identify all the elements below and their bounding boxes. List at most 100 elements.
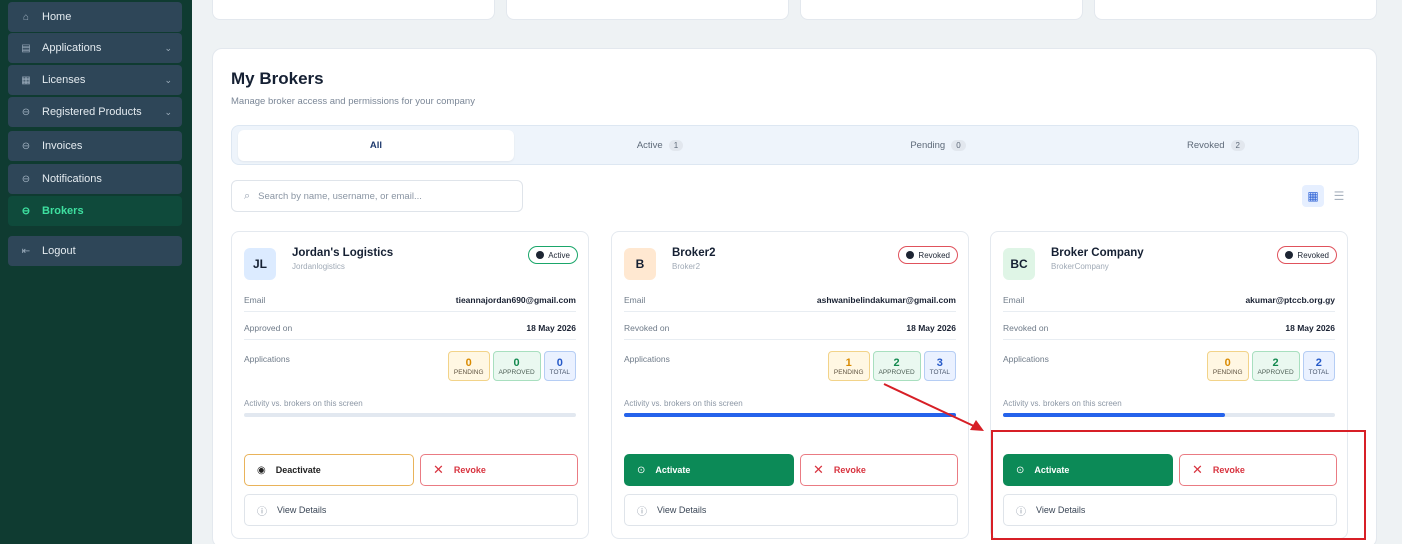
bell-icon: ⊖ <box>21 173 31 185</box>
page-subtitle: Manage broker access and permissions for… <box>231 96 475 107</box>
total-count: 2 <box>1315 356 1322 369</box>
broker-name: Jordan's Logistics <box>292 247 394 259</box>
button-label: Activate <box>655 465 691 475</box>
stat-card <box>800 0 1083 20</box>
activity-bar-fill <box>1003 413 1226 417</box>
sidebar-item-label: Licenses <box>42 74 86 86</box>
tab-label: Pending <box>910 140 946 151</box>
pending-label: PENDING <box>833 368 864 376</box>
sidebar-item-label: Logout <box>42 245 76 257</box>
sidebar-item-home[interactable]: ⌂ Home <box>8 2 182 32</box>
avatar: JL <box>244 248 276 280</box>
pending-label: PENDING <box>1212 368 1243 376</box>
application-counts: 1 PENDING 2 APPROVED 3 TOTAL <box>827 351 956 381</box>
info-icon: ⓘ <box>637 506 647 518</box>
sidebar-item-registered-products[interactable]: ⊖ Registered Products ⌄ <box>8 97 182 127</box>
info-icon: ⓘ <box>257 506 267 518</box>
status-tabs: All Active 1 Pending 0 Revoked 2 <box>231 125 1359 165</box>
sidebar-item-logout[interactable]: ⇤ Logout <box>8 236 182 266</box>
sidebar-item-label: Applications <box>42 42 102 54</box>
broker-card: JL Jordan's Logistics Jordanlogistics Ac… <box>231 231 589 539</box>
sidebar-item-notifications[interactable]: ⊖ Notifications <box>8 164 182 194</box>
stop-circle-icon: ◉ <box>257 464 266 476</box>
date-row: Revoked on 18 May 2026 <box>1003 316 1335 340</box>
sidebar: ⌂ Home ▤ Applications ⌄ ▦ Licenses ⌄ ⊖ R… <box>0 0 192 544</box>
sidebar-item-label: Invoices <box>42 140 83 152</box>
total-label: TOTAL <box>1308 368 1329 376</box>
deactivate-button[interactable]: ◉ Deactivate <box>244 454 414 486</box>
chevron-down-icon: ⌄ <box>164 106 172 117</box>
email-value: tieannajordan690@gmail.com <box>455 294 576 305</box>
button-label: Revoke <box>833 465 866 475</box>
tab-count-badge: 2 <box>1230 140 1245 151</box>
button-label: Revoke <box>453 465 486 475</box>
list-view-icon[interactable]: ☰ <box>1328 185 1350 207</box>
total-count: 0 <box>556 356 563 369</box>
date-label: Revoked on <box>624 322 670 333</box>
activity-label: Activity vs. brokers on this screen <box>624 399 743 408</box>
x-circle-icon <box>1285 251 1294 259</box>
total-chip: 2 TOTAL <box>1302 351 1335 381</box>
view-details-button[interactable]: ⓘ View Details <box>244 494 578 526</box>
pending-chip: 0 PENDING <box>447 351 490 381</box>
date-value: 18 May 2026 <box>1285 322 1335 333</box>
pending-count: 0 <box>465 356 472 369</box>
invoice-icon: ⊖ <box>21 140 31 152</box>
date-row: Approved on 18 May 2026 <box>244 316 576 340</box>
tab-pending[interactable]: Pending 0 <box>800 130 1076 161</box>
x-icon: ✕ <box>813 462 824 477</box>
sidebar-item-licenses[interactable]: ▦ Licenses ⌄ <box>8 65 182 95</box>
view-details-button[interactable]: ⓘ View Details <box>624 494 958 526</box>
revoke-button[interactable]: ✕ Revoke <box>800 454 958 486</box>
sidebar-item-brokers[interactable]: ⊖ Brokers <box>8 196 182 226</box>
activate-button[interactable]: ⊙ Activate <box>624 454 794 486</box>
tab-count-badge: 0 <box>951 140 966 151</box>
approved-label: APPROVED <box>1257 368 1294 376</box>
sidebar-item-label: Registered Products <box>42 106 142 118</box>
activity-bar <box>1003 413 1335 417</box>
sidebar-item-applications[interactable]: ▤ Applications ⌄ <box>8 33 182 63</box>
date-row: Revoked on 18 May 2026 <box>624 316 956 340</box>
tab-all[interactable]: All <box>238 130 514 161</box>
applications-label: Applications <box>624 354 670 364</box>
tab-label: All <box>369 140 383 151</box>
search-input[interactable] <box>258 190 499 202</box>
check-circle-icon <box>536 251 545 259</box>
brokers-icon: ⊖ <box>21 205 31 217</box>
sidebar-item-label: Brokers <box>42 205 84 217</box>
approved-chip: 0 APPROVED <box>492 351 541 381</box>
pending-count: 0 <box>1224 356 1231 369</box>
total-chip: 3 TOTAL <box>923 351 956 381</box>
annotation-highlight-box <box>991 430 1366 540</box>
product-icon: ⊖ <box>21 106 31 118</box>
tab-count-badge: 1 <box>668 140 684 151</box>
avatar: B <box>624 248 656 280</box>
applications-label: Applications <box>1003 354 1049 364</box>
sidebar-item-label: Home <box>42 11 72 23</box>
activity-label: Activity vs. brokers on this screen <box>244 399 363 408</box>
page-title: My Brokers <box>231 69 324 88</box>
date-label: Revoked on <box>1003 322 1049 333</box>
status-label: Revoked <box>918 250 950 260</box>
tab-active[interactable]: Active 1 <box>522 130 798 161</box>
search-box: ⌕ <box>231 180 523 212</box>
sidebar-item-invoices[interactable]: ⊖ Invoices <box>8 131 182 161</box>
grid-view-icon[interactable]: ▦ <box>1302 185 1324 207</box>
stat-card <box>212 0 495 20</box>
pending-chip: 1 PENDING <box>827 351 870 381</box>
stat-card <box>506 0 789 20</box>
email-label: Email <box>1003 294 1025 305</box>
date-label: Approved on <box>244 322 293 333</box>
chevron-down-icon: ⌄ <box>164 42 172 53</box>
email-label: Email <box>244 294 266 305</box>
approved-count: 2 <box>1272 356 1279 369</box>
tab-revoked[interactable]: Revoked 2 <box>1078 130 1354 161</box>
total-count: 3 <box>936 356 943 369</box>
pending-chip: 0 PENDING <box>1206 351 1249 381</box>
logout-icon: ⇤ <box>21 245 31 257</box>
approved-count: 2 <box>893 356 900 369</box>
broker-username: Jordanlogistics <box>292 262 345 271</box>
approved-chip: 2 APPROVED <box>1251 351 1300 381</box>
activity-bar <box>244 413 576 417</box>
revoke-button[interactable]: ✕ Revoke <box>420 454 578 486</box>
